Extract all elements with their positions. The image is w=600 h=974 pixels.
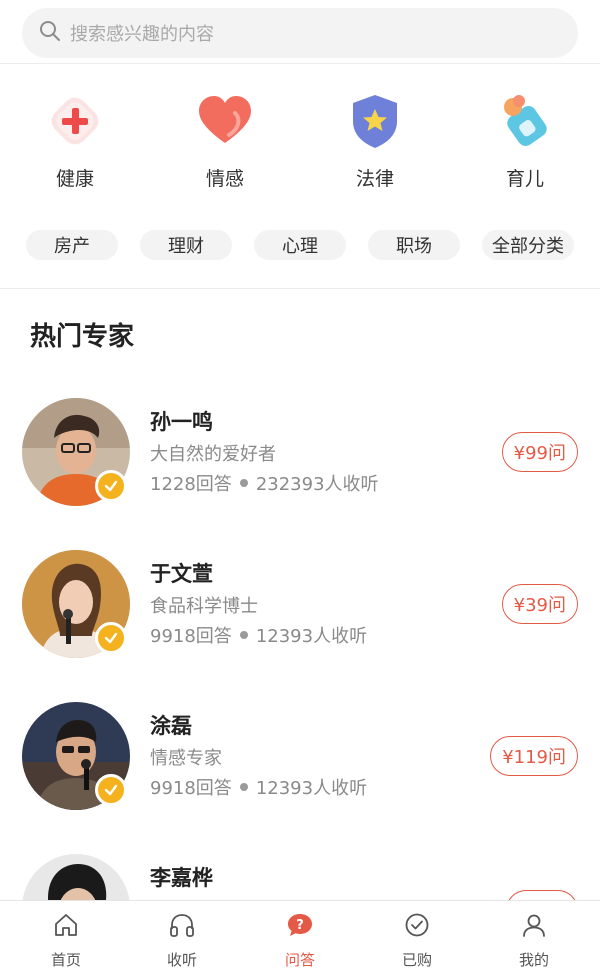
tab-label: 收听 <box>166 951 197 969</box>
category-label: 育儿 <box>505 168 544 190</box>
verified-badge-icon <box>95 470 127 502</box>
user-icon <box>520 911 548 943</box>
search-input[interactable]: 搜索感兴趣的内容 <box>22 8 578 58</box>
tag-all-categories[interactable]: 全部分类 <box>482 230 574 260</box>
headphones-icon <box>168 911 196 943</box>
ask-price-button[interactable]: ¥99问 <box>501 432 578 472</box>
category-label: 健康 <box>55 168 94 190</box>
law-shield-icon <box>344 90 406 152</box>
listener-count: 232393人收听 <box>255 474 379 495</box>
listener-count: 12393人收听 <box>255 778 368 799</box>
section-divider <box>0 288 600 289</box>
tag-psychology[interactable]: 心理 <box>254 230 346 260</box>
tag-real-estate[interactable]: 房产 <box>26 230 118 260</box>
check-circle-icon <box>403 911 431 943</box>
search-placeholder: 搜索感兴趣的内容 <box>70 24 214 45</box>
heart-icon <box>194 90 256 152</box>
category-grid: 健康 情感 法律 育儿 <box>0 90 600 200</box>
tag-finance[interactable]: 理财 <box>140 230 232 260</box>
verified-badge-icon <box>95 774 127 806</box>
expert-stats: 1228回答 232393人收听 <box>150 470 379 496</box>
tab-label: 首页 <box>50 951 81 969</box>
expert-name: 涂磊 <box>150 714 192 738</box>
expert-stats: 9918回答 12393人收听 <box>150 774 367 800</box>
category-law[interactable]: 法律 <box>300 90 450 191</box>
ask-price-button[interactable]: ¥39问 <box>501 584 578 624</box>
separator-dot <box>239 783 248 791</box>
baby-bottle-icon <box>494 90 556 152</box>
expert-stats: 9918回答 12393人收听 <box>150 622 367 648</box>
tag-career[interactable]: 职场 <box>368 230 460 260</box>
expert-description: 情感专家 <box>150 748 222 769</box>
category-parenting[interactable]: 育儿 <box>450 90 600 191</box>
category-emotion[interactable]: 情感 <box>150 90 300 191</box>
svg-text:?: ? <box>296 918 304 933</box>
separator-dot <box>239 479 248 487</box>
expert-item[interactable]: 孙一鸣 大自然的爱好者 1228回答 232393人收听 ¥99问 <box>0 398 600 528</box>
search-icon <box>38 19 62 47</box>
answer-count: 9918回答 <box>150 778 232 799</box>
expert-description: 大自然的爱好者 <box>150 444 276 465</box>
tab-listen[interactable]: 收听 <box>122 901 242 974</box>
answer-count: 1228回答 <box>150 474 232 495</box>
expert-name: 孙一鸣 <box>150 410 213 434</box>
tab-label: 已购 <box>401 951 432 969</box>
health-cross-icon <box>44 90 106 152</box>
tab-qa[interactable]: ? 问答 <box>240 901 360 974</box>
expert-item[interactable]: 于文萱 食品科学博士 9918回答 12393人收听 ¥39问 <box>0 550 600 680</box>
tab-label: 我的 <box>518 951 549 969</box>
search-bar: 搜索感兴趣的内容 <box>0 0 600 64</box>
category-label: 情感 <box>205 168 244 190</box>
answer-count: 9918回答 <box>150 626 232 647</box>
expert-description: 食品科学博士 <box>150 596 258 617</box>
category-label: 法律 <box>355 168 394 190</box>
expert-name: 于文萱 <box>150 562 213 586</box>
tab-purchased[interactable]: 已购 <box>357 901 477 974</box>
tab-label: 问答 <box>284 951 315 969</box>
verified-badge-icon <box>95 622 127 654</box>
tag-row: 房产 理财 心理 职场 全部分类 <box>0 230 600 260</box>
listener-count: 12393人收听 <box>255 626 368 647</box>
qa-bubble-icon: ? <box>286 911 314 943</box>
separator-dot <box>239 631 248 639</box>
expert-name: 李嘉桦 <box>150 866 213 890</box>
expert-item[interactable]: 涂磊 情感专家 9918回答 12393人收听 ¥119问 <box>0 702 600 832</box>
tab-mine[interactable]: 我的 <box>474 901 594 974</box>
home-icon <box>52 911 80 943</box>
ask-price-button[interactable]: ¥119问 <box>490 736 578 776</box>
category-health[interactable]: 健康 <box>0 90 150 191</box>
bottom-tab-bar: 首页 收听 ? 问答 已购 我的 <box>0 900 600 974</box>
tab-home[interactable]: 首页 <box>6 901 126 974</box>
section-title: 热门专家 <box>30 322 135 352</box>
